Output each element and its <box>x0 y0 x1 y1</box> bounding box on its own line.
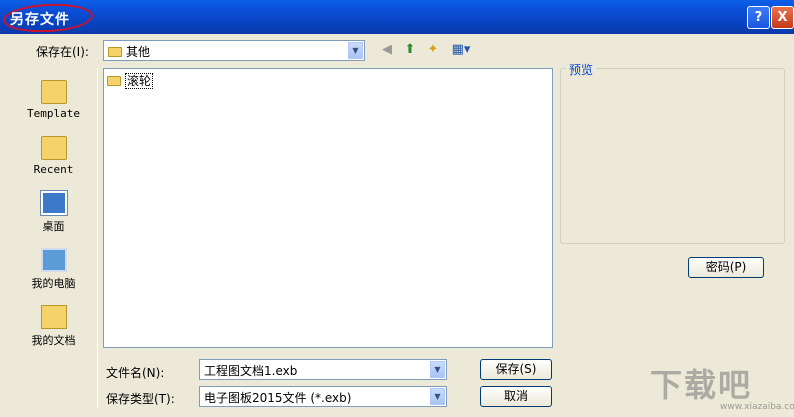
chevron-down-icon[interactable]: ▼ <box>430 361 445 378</box>
place-desktop[interactable]: 桌面 <box>10 190 97 234</box>
save-button[interactable]: 保存(S) <box>480 359 552 380</box>
lookin-dropdown[interactable]: 其他 ▼ <box>103 40 365 61</box>
place-label: Template <box>27 107 80 120</box>
folder-icon <box>107 76 121 86</box>
folder-icon <box>40 136 67 160</box>
filename-input[interactable]: 工程图文档1.exb ▼ <box>199 359 447 380</box>
list-item[interactable]: 滚轮 <box>107 72 154 89</box>
folder-icon <box>40 80 67 104</box>
watermark-url: www.xiazaiba.com <box>720 402 794 412</box>
window-title: 另存文件 <box>10 12 70 28</box>
place-my-computer[interactable]: 我的电脑 <box>10 248 97 291</box>
place-label: 我的文档 <box>31 334 76 347</box>
filetype-value: 电子图板2015文件 (*.exb) <box>204 391 352 405</box>
password-button[interactable]: 密码(P) <box>688 257 764 278</box>
chevron-down-icon[interactable]: ▼ <box>430 388 445 405</box>
up-folder-icon[interactable]: ⬆ <box>401 41 419 59</box>
title-bar: 另存文件 ? X <box>0 0 794 35</box>
help-button[interactable]: ? <box>747 6 770 29</box>
file-list[interactable]: 滚轮 <box>103 68 553 348</box>
documents-icon <box>40 305 67 329</box>
chevron-down-icon[interactable]: ▼ <box>348 42 363 59</box>
lookin-label: 保存在(I): <box>36 45 89 59</box>
computer-icon <box>40 248 67 272</box>
file-name: 滚轮 <box>125 73 154 89</box>
view-menu-icon[interactable]: ▦▾ <box>450 41 472 59</box>
places-bar: Template Recent 桌面 我的电脑 我的文档 <box>10 68 98 408</box>
filename-value: 工程图文档1.exb <box>204 364 298 378</box>
place-template[interactable]: Template <box>10 80 97 120</box>
place-my-documents[interactable]: 我的文档 <box>10 305 97 348</box>
desktop-icon <box>39 190 68 216</box>
filename-label: 文件名(N): <box>106 366 165 380</box>
place-label: 桌面 <box>42 220 65 233</box>
back-icon[interactable]: ◀ <box>378 41 396 59</box>
preview-title: 预览 <box>566 61 597 78</box>
place-recent[interactable]: Recent <box>10 136 97 176</box>
place-label: 我的电脑 <box>31 277 76 290</box>
place-label: Recent <box>33 163 74 176</box>
new-folder-icon[interactable]: ✦ <box>424 41 442 59</box>
filetype-label: 保存类型(T): <box>106 392 175 406</box>
lookin-value: 其他 <box>126 45 151 59</box>
cancel-button[interactable]: 取消 <box>480 386 552 407</box>
filetype-dropdown[interactable]: 电子图板2015文件 (*.exb) ▼ <box>199 386 447 407</box>
preview-panel <box>560 68 785 244</box>
close-button[interactable]: X <box>771 6 794 29</box>
folder-icon <box>108 47 122 57</box>
